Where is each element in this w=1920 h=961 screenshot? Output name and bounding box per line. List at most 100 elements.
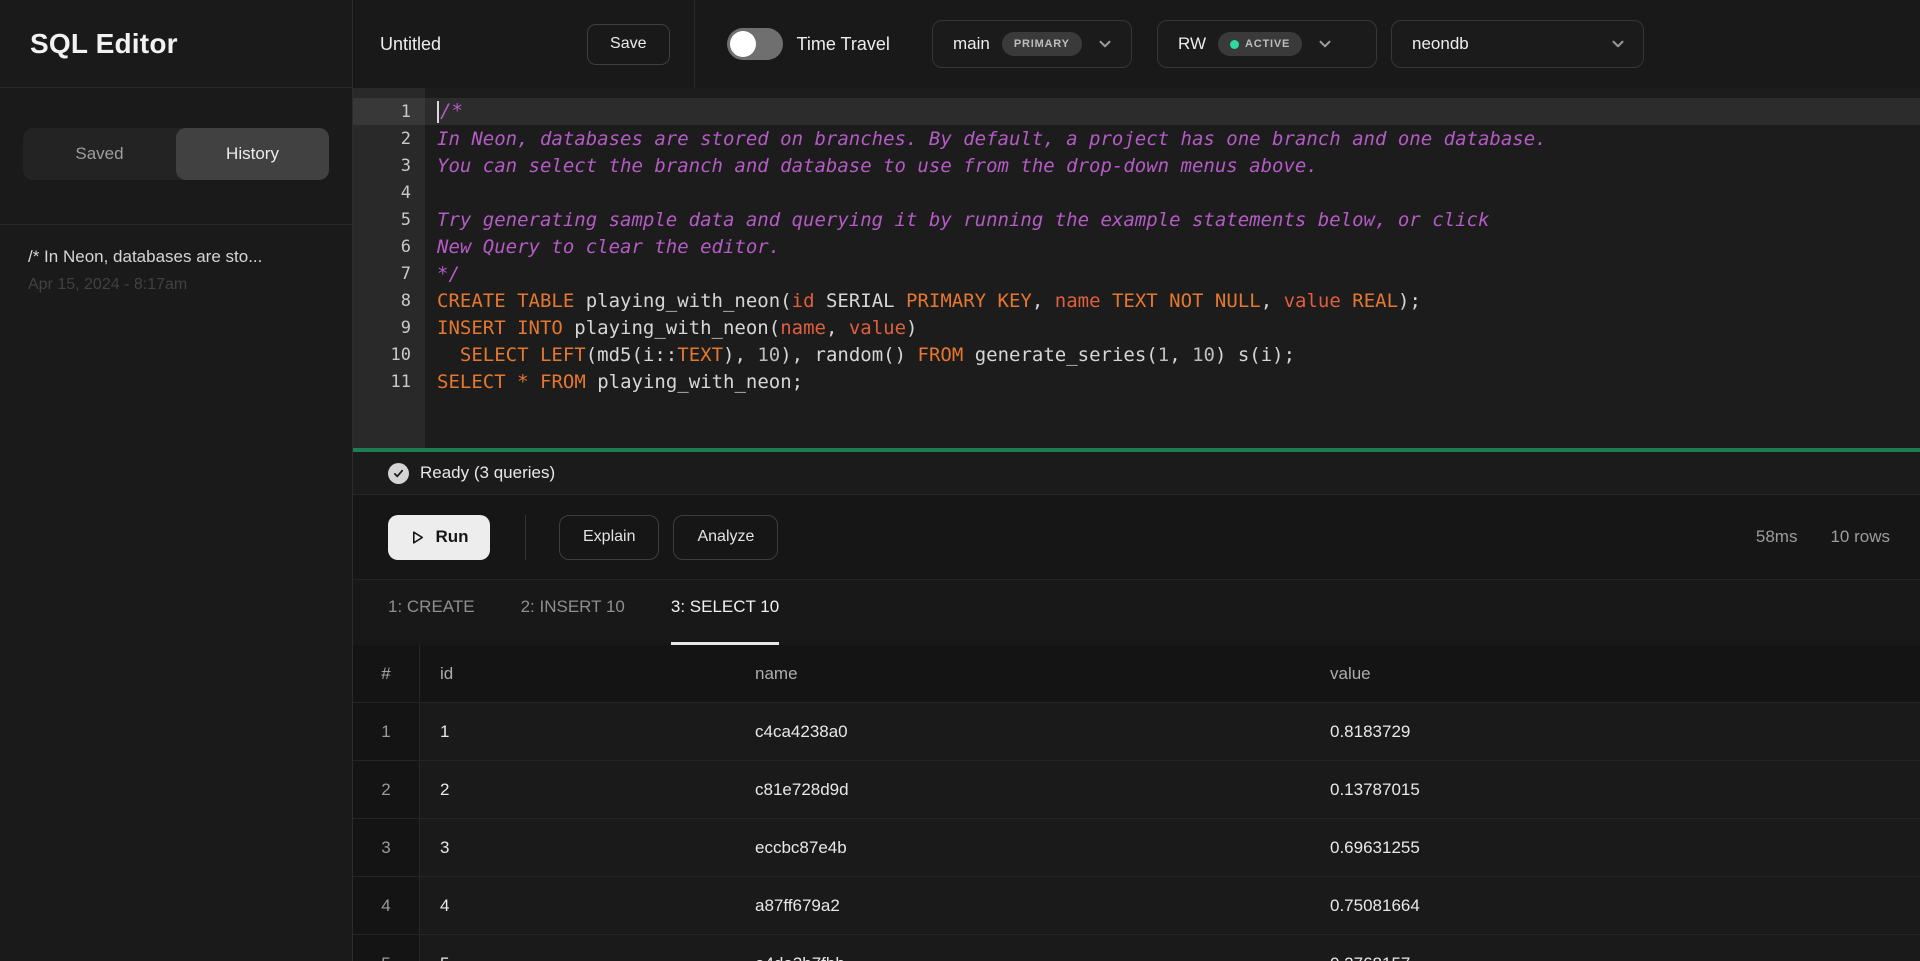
line-number: 6 [353,237,425,257]
code-text: SELECT * FROM playing_with_neon; [425,371,803,393]
code-line: 8CREATE TABLE playing_with_neon(id SERIA… [353,287,1920,314]
line-number: 3 [353,156,425,176]
table-cell: eccbc87e4b [735,819,1310,876]
sql-code-editor[interactable]: 1/*2In Neon, databases are stored on bra… [353,88,1920,448]
line-number: 9 [353,318,425,338]
history-date: Apr 15, 2024 - 8:17am [28,276,324,294]
main-panel: Untitled Save Time Travel main PRIMARY R… [353,0,1920,961]
query-row-count: 10 rows [1830,527,1890,547]
sidebar-header: SQL Editor [0,0,352,88]
code-text: Try generating sample data and querying … [425,209,1489,231]
table-row: 55e4da3b7fbb0.2768157 [353,935,1920,961]
code-line: 9INSERT INTO playing_with_neon(name, val… [353,314,1920,341]
compute-select[interactable]: RW ACTIVE [1157,20,1377,68]
status-bar: Ready (3 queries) [353,452,1920,495]
line-number: 2 [353,129,425,149]
column-header-id: id [420,645,735,702]
query-title: Untitled [380,34,441,55]
code-text: You can select the branch and database t… [425,155,1318,177]
query-duration: 58ms [1756,527,1798,547]
line-number: 1 [353,102,425,122]
chevron-down-icon [1096,35,1114,53]
analyze-button[interactable]: Analyze [673,515,778,560]
line-number: 5 [353,210,425,230]
code-text: /* [425,100,463,123]
table-cell: 2 [420,761,735,818]
code-line: 11SELECT * FROM playing_with_neon; [353,368,1920,395]
database-name: neondb [1412,34,1469,54]
table-header-row: #idnamevalue [353,645,1920,703]
line-number: 7 [353,264,425,284]
result-tab-1-create[interactable]: 1: CREATE [388,580,475,645]
sidebar-tab-history[interactable]: History [176,128,329,180]
code-line: 1/* [353,98,1920,125]
table-cell: 2 [353,761,420,818]
save-button[interactable]: Save [587,24,669,65]
explain-button[interactable]: Explain [559,515,659,560]
sidebar-tab-saved[interactable]: Saved [23,128,176,180]
table-cell: 3 [420,819,735,876]
table-cell: c81e728d9d [735,761,1310,818]
line-number: 11 [353,372,425,392]
table-cell: 0.13787015 [1310,761,1920,818]
actions-divider [525,515,526,560]
table-cell: 0.75081664 [1310,877,1920,934]
result-tab-2-insert-10[interactable]: 2: INSERT 10 [521,580,625,645]
table-cell: c4ca4238a0 [735,703,1310,760]
code-line: 7*/ [353,260,1920,287]
branch-select[interactable]: main PRIMARY [932,20,1132,68]
code-text: */ [425,263,460,285]
branch-name: main [953,34,990,54]
table-cell: 0.8183729 [1310,703,1920,760]
saved-history-switch: SavedHistory [23,128,329,180]
table-row: 11c4ca4238a00.8183729 [353,703,1920,761]
code-line: 10 SELECT LEFT(md5(i::TEXT), 10), random… [353,341,1920,368]
page-title: SQL Editor [30,28,178,60]
play-icon [409,529,426,546]
chevron-down-icon [1609,35,1627,53]
result-tab-3-select-10[interactable]: 3: SELECT 10 [671,580,779,645]
code-line: 5Try generating sample data and querying… [353,206,1920,233]
compute-status-badge: ACTIVE [1218,32,1302,56]
line-number: 4 [353,183,425,203]
table-cell: 1 [420,703,735,760]
query-metrics: 58ms 10 rows [1756,527,1890,547]
code-text: INSERT INTO playing_with_neon(name, valu… [425,317,918,339]
column-header-num: # [353,645,420,702]
time-travel-toggle[interactable] [727,28,783,60]
history-list: /* In Neon, databases are sto...Apr 15, … [0,225,352,316]
table-cell: 4 [420,877,735,934]
database-select[interactable]: neondb [1391,20,1644,68]
check-circle-icon [388,463,409,484]
code-line: 6New Query to clear the editor. [353,233,1920,260]
time-travel-label: Time Travel [797,34,890,55]
sidebar-tabs-section: SavedHistory [0,88,352,225]
compute-status-label: ACTIVE [1245,38,1290,50]
chevron-down-icon [1316,35,1334,53]
results-table: #idnamevalue11c4ca4238a00.818372922c81e7… [353,645,1920,961]
table-cell: a87ff679a2 [735,877,1310,934]
text-cursor [437,101,439,123]
code-text: New Query to clear the editor. [425,236,780,258]
actions-bar: Run Explain Analyze 58ms 10 rows [353,495,1920,580]
table-cell: 0.69631255 [1310,819,1920,876]
compute-name: RW [1178,34,1206,54]
table-cell: 5 [353,935,420,961]
active-status-dot-icon [1230,40,1239,49]
topbar-divider [694,0,695,88]
code-line: 2In Neon, databases are stored on branch… [353,125,1920,152]
table-row: 22c81e728d9d0.13787015 [353,761,1920,819]
table-cell: 4 [353,877,420,934]
sql-editor-app: SQL Editor SavedHistory /* In Neon, data… [0,0,1920,961]
topbar: Untitled Save Time Travel main PRIMARY R… [353,0,1920,88]
result-tabs: 1: CREATE 2: INSERT 10 3: SELECT 10 [353,580,1920,645]
column-header-value: value [1310,645,1920,702]
run-button[interactable]: Run [388,515,490,560]
table-cell: 1 [353,703,420,760]
code-text: CREATE TABLE playing_with_neon(id SERIAL… [425,290,1421,312]
line-number: 10 [353,345,425,365]
history-item[interactable]: /* In Neon, databases are sto...Apr 15, … [28,247,324,294]
table-cell: 5 [420,935,735,961]
table-row: 44a87ff679a20.75081664 [353,877,1920,935]
table-row: 33eccbc87e4b0.69631255 [353,819,1920,877]
